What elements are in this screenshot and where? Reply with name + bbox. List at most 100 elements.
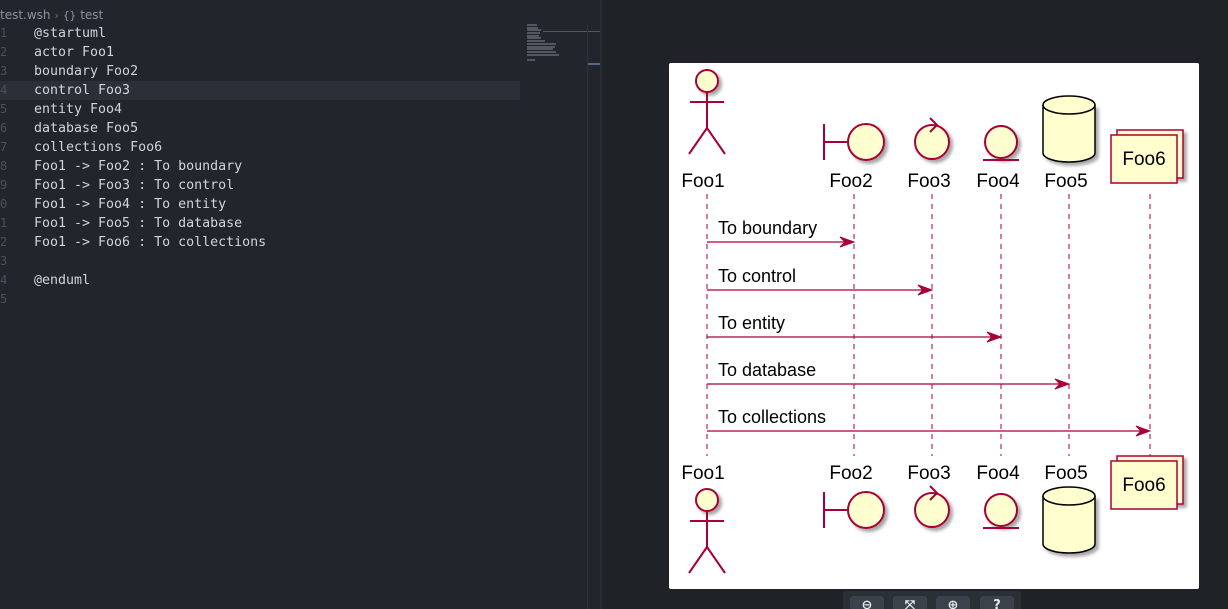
participant-label: Foo3 [907, 171, 950, 192]
participant-label: Foo6 [1122, 149, 1165, 170]
line-number: 2 [0, 235, 8, 249]
participant-foo1-bottom: Foo1 [681, 463, 726, 574]
message-label: To collections [718, 407, 826, 427]
line-number: 0 [0, 197, 8, 211]
zoom-out-button[interactable]: ⊖ [850, 596, 884, 609]
participant-label: Foo5 [1044, 463, 1087, 484]
participant-label: Foo1 [681, 463, 724, 484]
participant-foo5-top: Foo5 [1042, 95, 1096, 192]
minimap-line [527, 45, 555, 48]
message-label: To control [718, 266, 796, 286]
code-line[interactable]: 0 Foo1 -> Foo4 : To entity [0, 195, 520, 214]
code-line[interactable]: 1 Foo1 -> Foo5 : To database [0, 214, 520, 233]
message-arrow: To collections [707, 407, 1152, 437]
participant-label: Foo3 [907, 463, 950, 484]
line-number: 3 [0, 254, 8, 268]
participant-label: Foo6 [1122, 475, 1165, 496]
zoom-fit-button[interactable]: ⤧ [893, 596, 927, 609]
minimap-line [527, 29, 541, 32]
participant-foo4-top: Foo4 [976, 125, 1020, 192]
participant-foo2-top: Foo2 [823, 123, 885, 192]
code-line[interactable]: 2 actor Foo1 [0, 43, 520, 62]
message-arrow: To boundary [707, 218, 856, 248]
zoom-toolbar: ⊖ ⤧ ⊕? [843, 591, 1021, 609]
message-label: To boundary [718, 218, 817, 238]
line-number: 6 [0, 121, 8, 135]
line-number: 3 [0, 64, 8, 78]
participant-label: Foo2 [829, 171, 872, 192]
fit-icon: ⤧ [904, 598, 916, 609]
line-number: 2 [0, 45, 8, 59]
participant-foo2-bottom: Foo2 [823, 463, 885, 529]
code-line[interactable]: 2 Foo1 -> Foo6 : To collections [0, 233, 520, 252]
sequence-diagram: To boundary To control To entity To databas… [681, 69, 1184, 574]
line-code[interactable]: boundary Foo2 [34, 62, 138, 81]
code-line[interactable]: 1 @startuml [0, 24, 520, 43]
help-icon: ? [993, 598, 1001, 609]
breadcrumb-symbol[interactable]: test [80, 8, 103, 22]
code-line[interactable]: 7 collections Foo6 [0, 138, 520, 157]
code-line[interactable]: 4 control Foo3 [0, 81, 520, 100]
breadcrumb: test.wsh › {} test [0, 6, 103, 24]
zoom-in-button[interactable]: ⊕ [936, 596, 970, 609]
minimap-line [527, 42, 556, 45]
participant-label: Foo4 [976, 463, 1020, 484]
code-line[interactable]: 3 [0, 252, 520, 271]
line-number: 4 [0, 273, 8, 287]
minimap-line [527, 50, 556, 53]
participant-foo6-top: Foo6 [1110, 129, 1184, 184]
code-editor[interactable]: test.wsh › {} test 1 @startuml 2 actor Foo1… [0, 0, 611, 609]
minimap-line [527, 34, 539, 37]
line-number: 7 [0, 140, 8, 154]
participant-foo4-bottom: Foo4 [976, 463, 1020, 529]
code-line[interactable]: 6 database Foo5 [0, 119, 520, 138]
line-code[interactable]: control Foo3 [34, 81, 130, 100]
line-number: 5 [0, 292, 8, 306]
code-line[interactable]: 5 entity Foo4 [0, 100, 520, 119]
minimap-line [527, 53, 559, 56]
line-code[interactable]: @enduml [34, 271, 90, 290]
minimap-line [527, 32, 540, 35]
line-number: 8 [0, 159, 8, 173]
participant-label: Foo5 [1044, 171, 1087, 192]
minimap-line [527, 58, 535, 61]
line-number: 4 [0, 83, 8, 97]
zoom-out-icon: ⊖ [861, 598, 873, 609]
line-number: 9 [0, 178, 8, 192]
diagram-canvas: To boundary To control To entity To databas… [669, 63, 1199, 589]
minimap-line [527, 48, 553, 51]
zoom-in-icon: ⊕ [947, 598, 959, 609]
line-code[interactable]: @startuml [34, 24, 106, 43]
line-code[interactable]: Foo1 -> Foo6 : To collections [34, 233, 266, 252]
help-button[interactable]: ? [980, 596, 1014, 609]
message-arrow: To database [707, 360, 1071, 390]
code-line[interactable]: 5 [0, 290, 520, 309]
minimap-line [527, 24, 537, 26]
line-code[interactable]: Foo1 -> Foo3 : To control [34, 176, 234, 195]
line-code[interactable]: entity Foo4 [34, 100, 122, 119]
code-line[interactable]: 4 @enduml [0, 271, 520, 290]
line-code[interactable]: Foo1 -> Foo5 : To database [34, 214, 242, 233]
code-lines[interactable]: 1 @startuml 2 actor Foo1 3 boundary Foo2 4 cont… [0, 24, 520, 309]
chevron-right-icon: › [54, 8, 59, 22]
code-line[interactable]: 3 boundary Foo2 [0, 62, 520, 81]
breadcrumb-file[interactable]: test.wsh [0, 8, 51, 22]
line-code[interactable]: Foo1 -> Foo2 : To boundary [34, 157, 242, 176]
code-line[interactable]: 9 Foo1 -> Foo3 : To control [0, 176, 520, 195]
minimap[interactable] [527, 24, 611, 61]
line-code[interactable]: Foo1 -> Foo4 : To entity [34, 195, 226, 214]
message-label: To entity [718, 313, 785, 333]
code-line[interactable]: 8 Foo1 -> Foo2 : To boundary [0, 157, 520, 176]
line-code[interactable]: database Foo5 [34, 119, 138, 138]
line-number: 5 [0, 102, 8, 116]
scrollbar-marker[interactable] [588, 63, 600, 65]
participant-foo3-top: Foo3 [907, 117, 951, 192]
participant-label: Foo1 [681, 171, 724, 192]
line-number: 1 [0, 26, 8, 40]
participant-label: Foo2 [829, 463, 872, 484]
line-code[interactable]: actor Foo1 [34, 43, 114, 62]
braces-icon: {} [62, 8, 77, 22]
line-number: 1 [0, 216, 8, 230]
line-code[interactable]: collections Foo6 [34, 138, 162, 157]
minimap-line [527, 26, 538, 29]
